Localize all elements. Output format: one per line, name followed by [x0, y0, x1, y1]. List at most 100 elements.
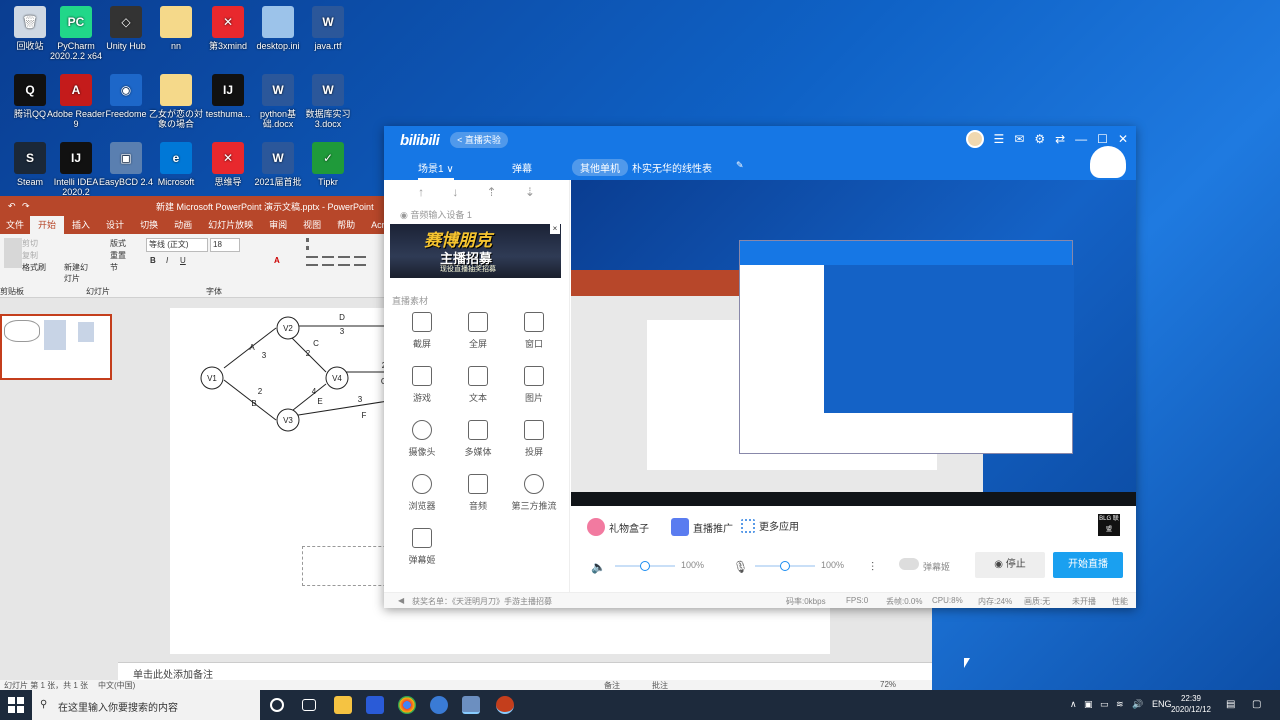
material-item[interactable]: 浏览器	[396, 474, 448, 512]
material-item[interactable]: 图片	[508, 366, 560, 404]
minimize-icon[interactable]: —	[1075, 132, 1087, 146]
perf-button[interactable]: 性能	[1112, 596, 1128, 607]
font-name-field[interactable]: 等线 (正文)	[146, 238, 208, 252]
stop-button[interactable]: ◉ 停止	[975, 552, 1045, 578]
source-item[interactable]: ◉ 音频输入设备 1	[384, 204, 569, 225]
promote-button[interactable]: 直播推广	[671, 518, 733, 536]
cortana-icon[interactable]	[270, 698, 284, 712]
notes-pane[interactable]: 单击此处添加备注	[118, 662, 932, 681]
windows-start-icon[interactable]	[8, 697, 24, 713]
slide-thumbnail[interactable]	[0, 314, 112, 380]
ppt-tab[interactable]: 幻灯片放映	[200, 216, 261, 234]
easybcd-taskbar-icon[interactable]	[462, 696, 480, 714]
tray-app-icon[interactable]: ▣	[1084, 699, 1093, 710]
avatar[interactable]	[965, 130, 984, 148]
material-item[interactable]: 文本	[452, 366, 504, 404]
material-item[interactable]: 游戏	[396, 366, 448, 404]
mic-icon[interactable]: 🎙	[733, 560, 748, 574]
move-up-icon[interactable]: ↑	[418, 185, 424, 199]
layout-button[interactable]: 版式	[110, 238, 126, 249]
volume-icon[interactable]: 🔊	[1132, 699, 1143, 710]
ppt-tab[interactable]: 设计	[98, 216, 132, 234]
material-item[interactable]: 第三方推流	[508, 474, 560, 512]
eye-icon[interactable]: ◉	[400, 210, 408, 220]
material-item[interactable]: 摄像头	[396, 420, 448, 458]
font-size-field[interactable]: 18	[210, 238, 240, 252]
close-icon[interactable]: ✕	[1118, 132, 1128, 146]
banner-close-icon[interactable]: ×	[550, 224, 560, 234]
task-view-icon[interactable]	[302, 699, 316, 711]
material-item[interactable]: 多媒体	[452, 420, 504, 458]
speaker-knob[interactable]	[640, 561, 650, 571]
bullets-icon[interactable]	[306, 238, 320, 250]
edge-icon[interactable]	[430, 696, 448, 714]
edit-title-icon[interactable]: ✎	[736, 160, 744, 171]
back-button[interactable]: < 直播实验	[450, 132, 508, 148]
mic-volume-slider[interactable]	[755, 561, 815, 571]
move-top-icon[interactable]: ⇡	[487, 185, 497, 199]
move-bottom-icon[interactable]: ⇣	[525, 185, 535, 199]
bold-button[interactable]: B	[150, 256, 156, 265]
ppt-tab[interactable]: 动画	[166, 216, 200, 234]
format-painter-button[interactable]: 格式刷	[22, 262, 46, 273]
ppt-tab[interactable]: 视图	[295, 216, 329, 234]
gift-box-button[interactable]: 礼物盒子	[587, 518, 649, 536]
desktop-icon[interactable]: Wjava.rtf	[298, 6, 358, 51]
reset-button[interactable]: 重置	[110, 250, 126, 261]
ppt-tab[interactable]: 插入	[64, 216, 98, 234]
ppt-tab[interactable]: 审阅	[261, 216, 295, 234]
visual-studio-icon[interactable]	[366, 696, 384, 714]
material-item[interactable]: 音频	[452, 474, 504, 512]
align-left-icon[interactable]	[306, 256, 318, 266]
align-center-icon[interactable]	[322, 256, 334, 266]
mail-icon[interactable]: ✉	[1014, 132, 1024, 146]
speaker-icon[interactable]: 🔈	[591, 560, 606, 574]
ppt-tab[interactable]: 开始	[30, 216, 65, 234]
font-color-button[interactable]: A	[274, 256, 280, 265]
chrome-icon[interactable]	[398, 696, 416, 714]
wifi-icon[interactable]: ≋	[1116, 699, 1124, 710]
share-icon[interactable]: ⇄	[1055, 132, 1065, 146]
ppt-status-item[interactable]: 备注	[604, 680, 620, 690]
promo-banner[interactable]: 赛博朋克 主播招募 现役直播抽奖招募 ×	[390, 224, 561, 278]
material-item[interactable]: 投屏	[508, 420, 560, 458]
paste-button[interactable]	[4, 238, 22, 268]
desktop-icon[interactable]: W 数据库实习3.docx	[298, 74, 358, 129]
tab-scene1[interactable]: 场景1 ∨	[418, 160, 454, 180]
mixer-icon[interactable]: ⫶	[871, 560, 874, 575]
new-slide-button[interactable]: 新建幻灯片	[64, 262, 88, 284]
notifications-icon[interactable]: ▤	[1226, 699, 1235, 710]
ppt-tab[interactable]: 切换	[132, 216, 166, 234]
desktop-icon[interactable]: e Microsoft	[146, 142, 206, 187]
speaker-volume-slider[interactable]	[615, 561, 675, 571]
move-down-icon[interactable]: ↓	[452, 185, 458, 199]
start-live-button[interactable]: 开始直播	[1053, 552, 1123, 578]
category-pill[interactable]: 其他单机	[572, 159, 628, 176]
cut-button[interactable]: 剪切	[22, 238, 38, 249]
blg-badge[interactable]: BLG 联盟	[1098, 514, 1120, 536]
justify-icon[interactable]	[354, 256, 366, 266]
tray-expand-icon[interactable]: ∧	[1070, 699, 1077, 710]
align-right-icon[interactable]	[338, 256, 350, 266]
section-button[interactable]: 节	[110, 262, 118, 273]
material-item[interactable]: 截屏	[396, 312, 448, 350]
ppt-redo-icon[interactable]: ↷	[22, 201, 30, 212]
underline-button[interactable]: U	[180, 256, 186, 265]
italic-button[interactable]: I	[166, 256, 168, 265]
copy-button[interactable]: 复制	[22, 250, 38, 261]
notice-text[interactable]: 获奖名单：《天涯明月刀》手游主播招募	[412, 596, 552, 607]
ppt-file-tab[interactable]: 文件	[0, 216, 30, 234]
desktop-icon[interactable]: ✓ Tipkr	[298, 142, 358, 187]
ppt-undo-icon[interactable]: ↶	[8, 201, 16, 212]
tab-danmaku[interactable]: 弹幕	[512, 160, 532, 175]
mic-knob[interactable]	[780, 561, 790, 571]
material-item[interactable]: 弹幕姬	[396, 528, 448, 566]
more-apps-button[interactable]: 更多应用	[741, 518, 799, 533]
danmaku-toggle[interactable]	[899, 558, 919, 570]
clock[interactable]: 22:39 2020/12/12	[1166, 693, 1216, 715]
material-item[interactable]: 窗口	[508, 312, 560, 350]
powerpoint-taskbar-icon[interactable]	[496, 696, 514, 714]
desktop-icon[interactable]: 乙女が恋の対象の場合	[146, 74, 206, 129]
taskbar-search[interactable]: ⚲ 在这里输入你要搜索的内容	[32, 690, 260, 720]
battery-icon[interactable]: ▭	[1100, 699, 1109, 710]
